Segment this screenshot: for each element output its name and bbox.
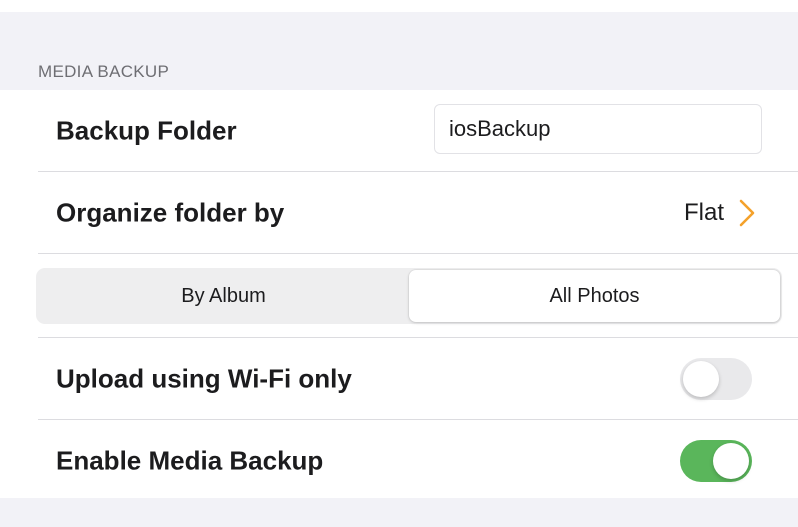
segment-by-album[interactable]: By Album [38,270,409,322]
section-header: MEDIA BACKUP [0,12,798,90]
backup-folder-input[interactable] [434,104,762,154]
wifi-only-label: Upload using Wi-Fi only [56,363,352,394]
top-spacer [0,0,798,12]
organize-folder-value: Flat [683,199,724,226]
backup-folder-row: Backup Folder [0,90,798,172]
organize-folder-value-group[interactable]: Flat [684,198,756,228]
segment-all-photos[interactable]: All Photos [409,270,780,322]
wifi-only-row: Upload using Wi-Fi only [0,338,798,420]
settings-screen: MEDIA BACKUP Backup Folder Organize fold… [0,0,798,527]
organize-segmented-control: By Album All Photos [36,268,782,324]
media-backup-label: Enable Media Backup [56,445,324,476]
media-backup-toggle[interactable] [680,440,752,482]
organize-folder-row[interactable]: Organize folder by Flat [0,172,798,254]
toggle-knob [683,361,719,397]
backup-folder-label: Backup Folder [56,115,237,146]
section-header-label: MEDIA BACKUP [38,62,170,81]
chevron-right-icon [739,199,755,227]
organize-folder-label: Organize folder by [56,197,285,228]
grouped-background-footer [0,498,798,527]
media-backup-row: Enable Media Backup [0,420,798,502]
wifi-only-toggle[interactable] [680,358,752,400]
organize-segment-row: By Album All Photos [0,254,798,338]
toggle-knob [713,443,749,479]
